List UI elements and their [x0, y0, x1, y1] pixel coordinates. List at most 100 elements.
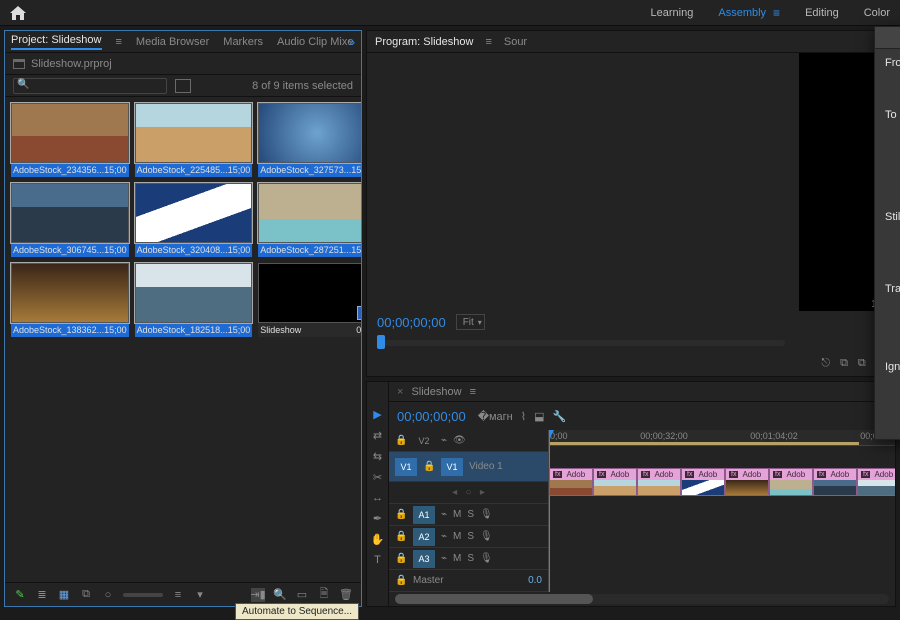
v1-target-toggle[interactable]: V1 — [441, 458, 463, 476]
timeline-clip[interactable]: Adob — [857, 468, 895, 496]
linked-selection-icon[interactable]: ⌇ — [521, 410, 526, 423]
hand-tool-icon[interactable]: ✋ — [371, 533, 385, 546]
fx-badge-icon[interactable]: ⌁ — [441, 435, 447, 446]
list-view-icon[interactable]: ≣ — [35, 588, 49, 602]
program-scrub-bar[interactable] — [377, 340, 785, 346]
tab-media-browser[interactable]: Media Browser — [136, 36, 209, 48]
timeline-clip[interactable]: Adob — [593, 468, 637, 496]
project-item[interactable]: AdobeStock_287251...15;00 — [258, 183, 361, 257]
video-clip-row[interactable]: AdobAdobAdobAdobAdobAdobAdobAdob — [549, 468, 895, 498]
timeline-horizontal-scrollbar[interactable] — [395, 594, 889, 604]
timeline-ruler[interactable]: ;00;00 00;00;32;00 00;01;04;02 00;01;36;… — [549, 430, 895, 446]
project-item[interactable]: AdobeStock_234356...15;00 — [11, 103, 129, 177]
panel-menu-icon[interactable]: ≡ — [116, 36, 122, 48]
sequence-tab[interactable]: Slideshow — [411, 386, 461, 398]
tab-source[interactable]: Sour — [504, 36, 527, 48]
program-timecode[interactable]: 00;00;00;00 — [377, 315, 446, 330]
v2-source-patch[interactable]: V2 — [413, 432, 435, 450]
lock-icon[interactable]: 🔒 — [395, 531, 407, 542]
zoom-out-icon[interactable]: ○ — [101, 588, 115, 602]
program-playhead[interactable] — [377, 335, 385, 349]
a3-target-toggle[interactable]: A3 — [413, 550, 435, 568]
export-frame-icon[interactable]: ⎋ — [821, 357, 830, 370]
tab-audio-mixer[interactable]: Audio Clip Mixe — [277, 36, 353, 48]
thumbnail-size-slider[interactable] — [123, 593, 163, 597]
project-thumbnail-grid[interactable]: AdobeStock_234356...15;00AdobeStock_2254… — [5, 97, 361, 582]
track-a1-header[interactable]: 🔒 A1 ⌁MS 🎙 — [389, 504, 548, 526]
workspace-editing[interactable]: Editing — [805, 7, 839, 19]
panel-menu-icon[interactable]: ≡ — [485, 36, 491, 48]
icon-view-icon[interactable]: ▦ — [57, 588, 71, 602]
new-item-button[interactable]: 🗎 — [317, 588, 331, 602]
search-input[interactable] — [13, 78, 167, 94]
slip-tool-icon[interactable]: ↔ — [372, 492, 383, 504]
track-v1-header[interactable]: V1 🔒 V1 Video 1 — [389, 452, 548, 482]
track-a3-header[interactable]: 🔒 A3 ⌁MS 🎙 — [389, 548, 548, 570]
project-item[interactable]: Slideshow0;00 — [258, 263, 361, 337]
close-sequence-icon[interactable]: × — [397, 386, 403, 398]
bin-icon[interactable] — [13, 59, 25, 69]
sort-icon[interactable]: ≡ — [171, 588, 185, 602]
automate-to-sequence-button[interactable]: ⇥▮ — [251, 588, 265, 602]
track-select-tool-icon[interactable]: ⇄ — [373, 429, 382, 442]
find-icon[interactable]: 🔍 — [273, 588, 287, 602]
timeline-clip[interactable]: Adob — [637, 468, 681, 496]
project-item[interactable]: AdobeStock_225485...15;00 — [135, 103, 253, 177]
eye-icon[interactable]: 👁 — [453, 435, 465, 446]
lock-icon[interactable]: 🔒 — [395, 553, 407, 564]
timeline-clip[interactable]: Adob — [549, 468, 593, 496]
fx-badge-icon[interactable]: ⌁ — [441, 509, 447, 520]
settings-icon[interactable]: 🔧 — [553, 410, 567, 423]
marker-icon[interactable]: ⬓ — [534, 410, 544, 423]
track-a2-header[interactable]: 🔒 A2 ⌁MS 🎙 — [389, 526, 548, 548]
project-item[interactable]: AdobeStock_182518...15;00 — [135, 263, 253, 337]
chevron-down-icon[interactable]: ▾ — [193, 588, 207, 602]
panel-overflow-icon[interactable]: » — [348, 35, 355, 49]
pen-tool-icon[interactable]: ✒ — [373, 512, 382, 525]
extract-icon[interactable]: ⧉ — [858, 357, 866, 370]
ripple-tool-icon[interactable]: ⇆ — [373, 450, 382, 463]
freeform-view-icon[interactable]: ⧉ — [79, 588, 93, 602]
lock-icon[interactable]: 🔒 — [395, 509, 407, 520]
tab-project[interactable]: Project: Slideshow — [11, 34, 102, 50]
timeline-clip[interactable]: Adob — [681, 468, 725, 496]
program-monitor-canvas[interactable]: 1/4 00;00;00;00 Fit ⎋ ⧉ ⧉ ✚ — [367, 53, 895, 376]
scrollbar-thumb[interactable] — [395, 594, 593, 604]
v1-source-patch[interactable]: V1 — [395, 458, 417, 476]
lift-icon[interactable]: ⧉ — [840, 357, 848, 370]
timeline-timecode[interactable]: 00;00;00;00 — [397, 409, 466, 424]
mic-icon[interactable]: 🎙 — [480, 553, 493, 564]
project-item[interactable]: AdobeStock_306745...15;00 — [11, 183, 129, 257]
timeline-clip-area[interactable]: ;00;00 00;00;32;00 00;01;04;02 00;01;36;… — [549, 430, 895, 592]
work-area-bar[interactable] — [549, 442, 859, 445]
lock-icon[interactable]: 🔒 — [395, 575, 407, 586]
project-item[interactable]: AdobeStock_138362...15;00 — [11, 263, 129, 337]
workspace-color[interactable]: Color — [864, 7, 890, 19]
project-item[interactable]: AdobeStock_327573...15;00 — [258, 103, 361, 177]
workspace-menu-icon[interactable]: ≡ — [773, 6, 780, 20]
new-bin-button[interactable]: ▭ — [295, 588, 309, 602]
track-v2-header[interactable]: 🔒 V2 ⌁ 👁 — [389, 430, 548, 452]
workspace-assembly[interactable]: Assembly — [718, 7, 766, 19]
zoom-fit-dropdown[interactable]: Fit — [456, 314, 485, 330]
home-icon[interactable] — [10, 6, 26, 20]
fx-badge-icon[interactable]: ⌁ — [441, 531, 447, 542]
project-item[interactable]: AdobeStock_320408...15;00 — [135, 183, 253, 257]
timeline-playhead[interactable] — [549, 430, 550, 592]
tab-program[interactable]: Program: Slideshow — [375, 36, 473, 48]
timeline-clip[interactable]: Adob — [813, 468, 857, 496]
mic-icon[interactable]: 🎙 — [480, 509, 493, 520]
workspace-learning[interactable]: Learning — [651, 7, 694, 19]
track-master-header[interactable]: 🔒 Master 0.0 — [389, 570, 548, 592]
selection-tool-icon[interactable]: ▶ — [373, 408, 381, 421]
razor-tool-icon[interactable]: ✂ — [373, 471, 382, 484]
snap-icon[interactable]: �магн — [478, 410, 513, 423]
timeline-clip[interactable]: Adob — [725, 468, 769, 496]
lock-icon[interactable]: 🔒 — [423, 461, 435, 472]
a1-target-toggle[interactable]: A1 — [413, 506, 435, 524]
trash-icon[interactable]: 🗑 — [339, 588, 353, 602]
lock-icon[interactable]: 🔒 — [395, 435, 407, 446]
master-value[interactable]: 0.0 — [528, 575, 542, 586]
fx-badge-icon[interactable]: ⌁ — [441, 553, 447, 564]
new-bin-icon[interactable] — [175, 79, 191, 93]
